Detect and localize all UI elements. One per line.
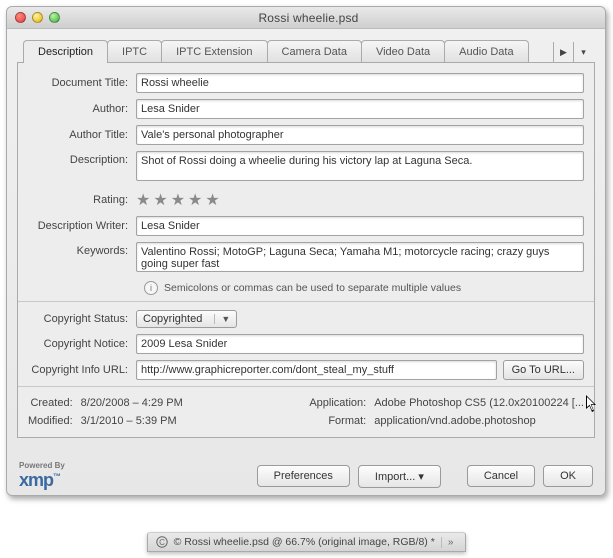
titlebar: Rossi wheelie.psd [7, 7, 605, 29]
author-title-input[interactable] [136, 125, 584, 145]
document-tab-menu[interactable]: » [441, 537, 454, 548]
ok-button[interactable]: OK [543, 465, 593, 487]
star-icon[interactable]: ★ [153, 190, 167, 210]
tab-camera-data[interactable]: Camera Data [267, 40, 362, 62]
rating-control[interactable]: ★ ★ ★ ★ ★ [136, 190, 584, 210]
copyright-notice-input[interactable] [136, 334, 584, 354]
file-info-window: Rossi wheelie.psd Description IPTC IPTC … [6, 6, 606, 496]
created-value: 8/20/2008 – 4:29 PM [81, 397, 183, 409]
xmp-branding: Powered By xmp™ [19, 462, 65, 491]
copyright-status-select[interactable]: Copyrighted ▼ [136, 310, 237, 328]
description-panel: Document Title: Author: Author Title: De… [17, 63, 595, 438]
description-input[interactable] [136, 151, 584, 181]
format-value: application/vnd.adobe.photoshop [374, 415, 584, 427]
modified-value: 3/1/2010 – 5:39 PM [81, 415, 183, 427]
created-label: Created: [28, 397, 73, 409]
tab-description[interactable]: Description [23, 40, 108, 62]
file-metadata: Created: 8/20/2008 – 4:29 PM Modified: 3… [28, 397, 584, 427]
author-label: Author: [28, 103, 136, 115]
import-button[interactable]: Import... ▾ [358, 465, 441, 488]
svg-text:C: C [159, 538, 165, 547]
copyright-icon: C [156, 536, 168, 548]
document-tab-strip: C © Rossi wheelie.psd @ 66.7% (original … [0, 532, 613, 552]
keywords-hint-text: Semicolons or commas can be used to sepa… [164, 282, 461, 294]
separator [18, 301, 594, 302]
doc-title-label: Document Title: [28, 77, 136, 89]
document-tab[interactable]: C © Rossi wheelie.psd @ 66.7% (original … [147, 532, 467, 552]
copyright-url-label: Copyright Info URL: [28, 364, 136, 376]
dialog-footer: Powered By xmp™ Preferences Import... ▾ … [7, 457, 605, 495]
cancel-button[interactable]: Cancel [467, 465, 535, 487]
tab-menu-button[interactable]: ▾ [573, 42, 593, 62]
copyright-status-label: Copyright Status: [28, 313, 136, 325]
author-input[interactable] [136, 99, 584, 119]
modified-label: Modified: [28, 415, 73, 427]
star-icon[interactable]: ★ [188, 190, 202, 210]
powered-by-label: Powered By [19, 462, 65, 470]
star-icon[interactable]: ★ [205, 190, 219, 210]
tab-iptc[interactable]: IPTC [107, 40, 162, 62]
format-label: Format: [309, 415, 366, 427]
zoom-window-button[interactable] [49, 12, 60, 23]
star-icon[interactable]: ★ [136, 190, 150, 210]
chevron-down-icon: ▼ [214, 314, 230, 324]
window-controls [15, 12, 60, 23]
go-to-url-button[interactable]: Go To URL... [503, 360, 584, 380]
metadata-tabbar: Description IPTC IPTC Extension Camera D… [17, 37, 595, 63]
keywords-label: Keywords: [28, 242, 136, 257]
preferences-button[interactable]: Preferences [257, 465, 350, 487]
tab-iptc-extension[interactable]: IPTC Extension [161, 40, 267, 62]
info-icon: i [144, 281, 158, 295]
window-body: Description IPTC IPTC Extension Camera D… [7, 29, 605, 495]
doc-title-input[interactable] [136, 73, 584, 93]
application-label: Application: [309, 397, 366, 409]
tab-video-data[interactable]: Video Data [361, 40, 445, 62]
document-tab-label: © Rossi wheelie.psd @ 66.7% (original im… [174, 536, 435, 548]
tab-audio-data[interactable]: Audio Data [444, 40, 528, 62]
close-window-button[interactable] [15, 12, 26, 23]
tab-overflow-button[interactable]: ▶ [553, 42, 573, 62]
desc-writer-label: Description Writer: [28, 220, 136, 232]
separator [18, 386, 594, 387]
xmp-logo: xmp™ [19, 470, 65, 491]
author-title-label: Author Title: [28, 129, 136, 141]
copyright-url-input[interactable] [136, 360, 497, 380]
rating-label: Rating: [28, 194, 136, 206]
minimize-window-button[interactable] [32, 12, 43, 23]
description-label: Description: [28, 151, 136, 166]
keywords-input[interactable] [136, 242, 584, 272]
keywords-hint: i Semicolons or commas can be used to se… [144, 281, 584, 295]
copyright-status-value: Copyrighted [143, 313, 202, 325]
copyright-notice-label: Copyright Notice: [28, 338, 136, 350]
window-title: Rossi wheelie.psd [60, 11, 557, 25]
desc-writer-input[interactable] [136, 216, 584, 236]
application-value: Adobe Photoshop CS5 (12.0x20100224 [... [374, 397, 584, 409]
star-icon[interactable]: ★ [171, 190, 185, 210]
